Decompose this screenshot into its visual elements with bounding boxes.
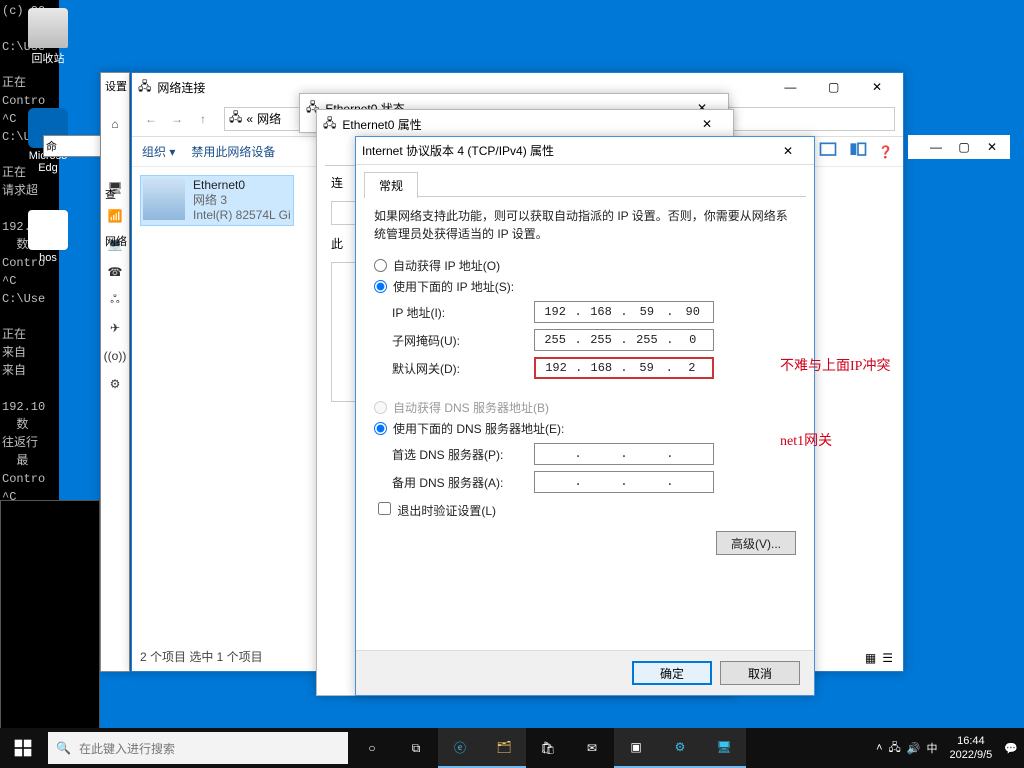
annotation-net1-gateway: net1网关 bbox=[780, 430, 832, 450]
ethprop-title: Ethernet0 属性 bbox=[342, 116, 421, 133]
taskbar-mail[interactable]: ✉ bbox=[570, 728, 614, 768]
start-button[interactable] bbox=[0, 728, 46, 768]
radio-manual-ip[interactable]: 使用下面的 IP 地址(S): bbox=[374, 278, 796, 295]
minimize-button[interactable]: — bbox=[922, 140, 950, 154]
desktop-icon-recycle-bin[interactable]: 回收站 bbox=[18, 8, 78, 66]
vpn-icon[interactable]: ஃ bbox=[104, 289, 126, 311]
cmd2-titlebar: — ▢ ✕ bbox=[908, 135, 1010, 159]
input-default-gateway[interactable]: 192.168.59.2 bbox=[534, 357, 714, 379]
back-button[interactable]: ← bbox=[140, 108, 162, 130]
statusbar-text: 2 个项目 选中 1 个项目 bbox=[140, 648, 263, 665]
close-button[interactable]: ✕ bbox=[857, 75, 897, 99]
netconn-icon: 🖧 bbox=[229, 108, 242, 129]
dialup-icon[interactable]: ☎ bbox=[104, 261, 126, 283]
address-text: 网络 bbox=[257, 110, 281, 127]
disable-device[interactable]: 禁用此网络设备 bbox=[191, 143, 275, 160]
settings-window: 设置 查 网络 ⌂ 🖥 📶 💻 ☎ ஃ ✈ ((o)) ⚙ bbox=[100, 72, 130, 672]
hotspot-icon[interactable]: ((o)) bbox=[104, 345, 126, 367]
forward-button[interactable]: → bbox=[166, 108, 188, 130]
host-label: hos bbox=[18, 252, 78, 264]
taskbar-control-panel[interactable]: 🖥 bbox=[702, 728, 746, 768]
help-icon[interactable]: ❓ bbox=[878, 145, 893, 159]
taskbar: 🔍 在此键入进行搜索 ○ ⧉ ⓔ 🗂 🛍 ✉ ▣ ⚙ 🖥 ˄ 🖧 🔊 中 16:… bbox=[0, 728, 1024, 768]
maximize-button[interactable]: ▢ bbox=[950, 140, 978, 154]
minimize-button[interactable]: — bbox=[770, 75, 810, 99]
adapter-icon: 🖧 bbox=[323, 114, 336, 135]
taskbar-explorer[interactable]: 🗂 bbox=[482, 728, 526, 768]
adapter-name: Ethernet0 bbox=[193, 178, 291, 193]
organize-menu[interactable]: 组织 ▾ bbox=[142, 143, 175, 160]
ipv4-description: 如果网络支持此功能，则可以获取自动指派的 IP 设置。否则，你需要从网络系统管理… bbox=[374, 207, 796, 243]
taskbar-store[interactable]: 🛍 bbox=[526, 728, 570, 768]
tray-network-icon[interactable]: 🖧 bbox=[889, 739, 901, 758]
label-dns2: 备用 DNS 服务器(A): bbox=[374, 474, 534, 491]
tray-chevron-up-icon[interactable]: ˄ bbox=[876, 742, 882, 754]
taskbar-settings[interactable]: ⚙ bbox=[658, 728, 702, 768]
label-subnet-mask: 子网掩码(U): bbox=[374, 332, 534, 349]
maximize-button[interactable]: ▢ bbox=[814, 75, 854, 99]
checkbox-validate-on-exit[interactable]: 退出时验证设置(L) bbox=[374, 499, 796, 519]
input-ip-address[interactable]: 192.168.59.90 bbox=[534, 301, 714, 323]
adapter-icon bbox=[143, 178, 185, 220]
input-subnet-mask[interactable]: 255.255.255.0 bbox=[534, 329, 714, 351]
task-view-icon[interactable]: ⧉ bbox=[394, 728, 438, 768]
wifi-icon[interactable]: 📶 bbox=[104, 205, 126, 227]
netconn-title: 网络连接 bbox=[157, 79, 205, 96]
close-button[interactable]: ✕ bbox=[687, 112, 727, 136]
radio-auto-ip[interactable]: 自动获得 IP 地址(O) bbox=[374, 257, 796, 274]
view-large-icon[interactable]: ▦ bbox=[865, 651, 876, 665]
input-dns-secondary[interactable]: ... bbox=[534, 471, 714, 493]
desktop-icon-host[interactable]: hos bbox=[18, 210, 78, 264]
label-dns1: 首选 DNS 服务器(P): bbox=[374, 446, 534, 463]
up-button[interactable]: ↑ bbox=[192, 108, 214, 130]
label-ip: IP 地址(I): bbox=[374, 304, 534, 321]
airplane-icon[interactable]: ✈ bbox=[104, 317, 126, 339]
tray-volume-icon[interactable]: 🔊 bbox=[907, 742, 921, 755]
ipv4-properties-dialog: Internet 协议版本 4 (TCP/IPv4) 属性 ✕ 常规 如果网络支… bbox=[355, 136, 815, 696]
adapter-network: 网络 3 bbox=[193, 193, 291, 208]
tab-general[interactable]: 常规 bbox=[364, 172, 418, 198]
taskbar-search[interactable]: 🔍 在此键入进行搜索 bbox=[48, 732, 348, 764]
recycle-bin-label: 回收站 bbox=[18, 50, 78, 66]
close-button[interactable]: ✕ bbox=[978, 140, 1006, 154]
close-button[interactable]: ✕ bbox=[768, 139, 808, 163]
view-details-icon[interactable]: ☰ bbox=[882, 651, 893, 665]
details-icon[interactable] bbox=[848, 140, 868, 163]
label-gateway: 默认网关(D): bbox=[374, 360, 534, 377]
cancel-button[interactable]: 取消 bbox=[720, 661, 800, 685]
tray-ime[interactable]: 中 bbox=[926, 740, 937, 756]
taskbar-edge[interactable]: ⓔ bbox=[438, 728, 482, 768]
radio-auto-dns: 自动获得 DNS 服务器地址(B) bbox=[374, 399, 796, 416]
file-icon bbox=[28, 210, 68, 250]
adapter-device: Intel(R) 82574L Gi bbox=[193, 208, 291, 223]
radio-manual-dns[interactable]: 使用下面的 DNS 服务器地址(E): bbox=[374, 420, 796, 437]
taskbar-cmd[interactable]: ▣ bbox=[614, 728, 658, 768]
proxy-icon[interactable]: ⚙ bbox=[104, 373, 126, 395]
home-icon[interactable]: ⌂ bbox=[104, 113, 126, 135]
cortana-icon[interactable]: ○ bbox=[350, 728, 394, 768]
netconn-icon: 🖧 bbox=[138, 77, 151, 98]
tray-notifications-icon[interactable]: 💬 bbox=[1004, 742, 1018, 755]
recycle-bin-icon bbox=[28, 8, 68, 48]
view-icon[interactable] bbox=[818, 140, 838, 163]
ok-button[interactable]: 确定 bbox=[632, 661, 712, 685]
annotation-ip-conflict: 不难与上面IP冲突 bbox=[780, 355, 890, 375]
ipv4-title: Internet 协议版本 4 (TCP/IPv4) 属性 bbox=[362, 142, 554, 159]
search-placeholder: 在此键入进行搜索 bbox=[79, 740, 175, 757]
search-icon: 🔍 bbox=[56, 741, 71, 755]
tray-clock[interactable]: 16:44 2022/9/5 bbox=[943, 734, 998, 762]
advanced-button[interactable]: 高级(V)... bbox=[716, 531, 796, 555]
adapter-ethernet0[interactable]: Ethernet0 网络 3 Intel(R) 82574L Gi bbox=[140, 175, 294, 226]
input-dns-primary[interactable]: ... bbox=[534, 443, 714, 465]
